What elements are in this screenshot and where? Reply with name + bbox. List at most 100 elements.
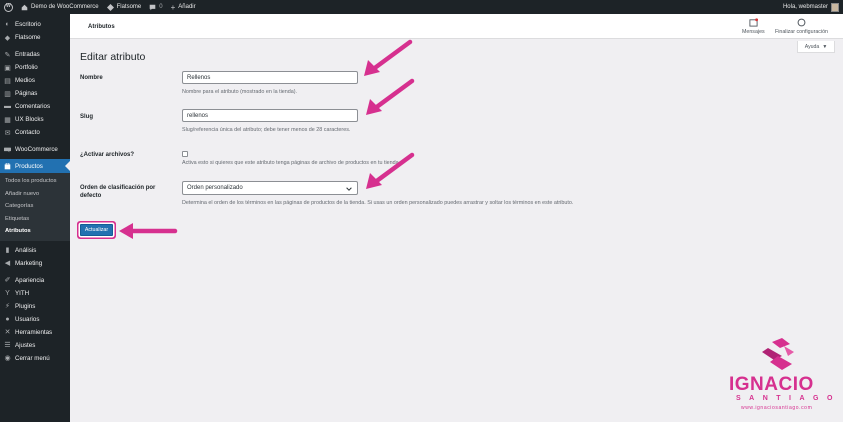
plugin-icon: ⚡ — [5, 303, 10, 310]
sidebar-item-label: WooCommerce — [15, 146, 58, 153]
woocommerce-icon — [4, 146, 11, 153]
submenu-item[interactable]: Etiquetas — [0, 213, 70, 226]
sidebar-item-label: Cerrar menú — [15, 354, 50, 362]
sidebar-item-label: Flatsome — [15, 34, 41, 41]
comments-icon: ▬ — [4, 103, 11, 110]
comment-icon — [149, 4, 156, 10]
submenu-item[interactable]: Categorías — [0, 200, 70, 213]
pin-icon: ✎ — [4, 51, 11, 59]
home-icon — [21, 4, 28, 10]
sidebar-item-flatsome[interactable]: ◆ Flatsome — [0, 31, 70, 44]
order-label: Orden de clasificación por defecto — [80, 184, 155, 200]
sidebar-item-medios[interactable]: ▤ Medios — [0, 74, 70, 87]
name-input[interactable]: Rellenos — [182, 71, 358, 84]
settings-icon: ☰ — [4, 342, 11, 349]
sidebar-item-marketing[interactable]: ◀ Marketing — [0, 257, 70, 270]
wc-header: Atributos Mensajes Finalizar configuraci… — [70, 14, 843, 39]
sidebar-item-entradas[interactable]: ✎ Entradas — [0, 48, 70, 61]
new-content-link[interactable]: + Añadir — [167, 0, 200, 14]
sidebar-item-label: Apariencia — [15, 276, 45, 284]
admin-sidebar: ◐ Escritorio ◆ Flatsome ✎ Entradas ▣ Portfolio… — [0, 14, 70, 422]
name-description: Nombre para el atributo (mostrado en la … — [182, 89, 298, 95]
annotation-arrow-icon — [364, 39, 413, 76]
sidebar-item-productos[interactable]: Productos — [0, 159, 70, 173]
breadcrumb: Atributos — [88, 24, 115, 30]
submenu-item-atributos[interactable]: Atributos — [0, 225, 70, 238]
order-selected-value: Orden personalizado — [187, 185, 243, 191]
sidebar-item-woocommerce[interactable]: WooCommerce — [0, 143, 70, 156]
sidebar-item-escritorio[interactable]: ◐ Escritorio — [0, 18, 70, 31]
finish-setup-button[interactable]: Finalizar configuración — [775, 18, 828, 35]
inbox-icon — [749, 18, 758, 27]
portfolio-icon: ▣ — [4, 64, 11, 72]
theme-name: Flatsome — [116, 4, 142, 10]
sidebar-item-label: Análisis — [15, 246, 37, 254]
order-description: Determina el orden de los términos en la… — [182, 200, 574, 206]
order-label-line1: Orden de clasificación por — [80, 185, 156, 191]
page-title: Editar atributo — [80, 51, 146, 63]
sidebar-item-páginas[interactable]: ▥ Páginas — [0, 87, 70, 100]
brush-icon: ✐ — [4, 277, 11, 284]
chevron-down-icon — [346, 187, 352, 191]
collapse-icon: ◉ — [4, 355, 11, 362]
sidebar-item-label: Entradas — [15, 51, 40, 58]
plus-icon: + — [170, 2, 176, 12]
sidebar-item-ajustes[interactable]: ☰ Ajustes — [0, 339, 70, 352]
theme-link[interactable]: Flatsome — [103, 0, 146, 14]
slug-input[interactable]: rellenos — [182, 109, 358, 122]
comments-link[interactable]: 0 — [145, 0, 166, 14]
current-indicator — [65, 161, 70, 171]
sidebar-item-label: YITH — [15, 289, 30, 297]
sidebar-item-label: Herramientas — [15, 328, 53, 336]
sidebar-item-herramientas[interactable]: ✕ Herramientas — [0, 326, 70, 339]
sidebar-item-label: Productos — [15, 162, 43, 170]
sidebar-item-usuarios[interactable]: ● Usuarios — [0, 313, 70, 326]
sidebar-item-label: UX Blocks — [15, 116, 44, 123]
help-tab[interactable]: Ayuda ▼ — [797, 41, 835, 53]
messages-button[interactable]: Mensajes — [742, 18, 765, 35]
slug-label: Slug — [80, 114, 93, 120]
products-submenu: Todos los productos Añadir nuevo Categor… — [0, 173, 70, 241]
pages-icon: ▥ — [4, 90, 11, 98]
order-select[interactable]: Orden personalizado — [182, 181, 358, 195]
wp-logo-button[interactable] — [0, 0, 17, 14]
sidebar-item-label: Portfolio — [15, 64, 38, 71]
submenu-item[interactable]: Añadir nuevo — [0, 188, 70, 201]
sidebar-item-portfolio[interactable]: ▣ Portfolio — [0, 61, 70, 74]
sidebar-item-yith[interactable]: Y YITH — [0, 287, 70, 300]
sidebar-item-label: Marketing — [15, 259, 43, 267]
sidebar-item-ux-blocks[interactable]: ▦ UX Blocks — [0, 113, 70, 126]
blocks-icon: ▦ — [4, 116, 11, 124]
name-label: Nombre — [80, 75, 103, 81]
admin-bar: Demo de WooCommerce Flatsome 0 + Añadir … — [0, 0, 843, 14]
products-icon — [4, 162, 11, 170]
mail-icon: ✉ — [4, 129, 11, 137]
archive-checkbox[interactable] — [182, 151, 188, 157]
site-name: Demo de WooCommerce — [31, 4, 99, 10]
submenu-item[interactable]: Todos los productos — [0, 175, 70, 188]
watermark: IGNACIO SANTIAGO www.ignaciosantiago.com — [724, 338, 839, 420]
messages-label: Mensajes — [742, 29, 765, 35]
sidebar-item-contacto[interactable]: ✉ Contacto — [0, 126, 70, 139]
flatsome-icon — [106, 3, 114, 11]
users-icon: ● — [5, 315, 10, 323]
sidebar-item-label: Plugins — [15, 302, 36, 310]
media-icon: ▤ — [4, 77, 11, 85]
flatsome-icon: ◆ — [4, 34, 11, 42]
sidebar-item-apariencia[interactable]: ✐ Apariencia — [0, 274, 70, 287]
chart-icon: ▮ — [5, 247, 10, 254]
sidebar-item-comentarios[interactable]: ▬ Comentarios — [0, 100, 70, 113]
sidebar-item-análisis[interactable]: ▮ Análisis — [0, 244, 70, 257]
update-button[interactable]: Actualizar — [80, 224, 113, 236]
yith-icon: Y — [5, 289, 10, 297]
sidebar-item-cerrar-menú[interactable]: ◉ Cerrar menú — [0, 352, 70, 365]
sidebar-item-label: Comentarios — [15, 103, 51, 110]
finish-label: Finalizar configuración — [775, 29, 828, 35]
site-name-link[interactable]: Demo de WooCommerce — [17, 0, 103, 14]
sidebar-item-label: Usuarios — [15, 315, 40, 323]
progress-ring-icon — [797, 18, 806, 27]
account-menu[interactable]: Hola, webmaster — [779, 0, 843, 14]
wrench-icon: ✕ — [4, 329, 11, 336]
archive-label: ¿Activar archivos? — [80, 152, 135, 158]
sidebar-item-plugins[interactable]: ⚡ Plugins — [0, 300, 70, 313]
